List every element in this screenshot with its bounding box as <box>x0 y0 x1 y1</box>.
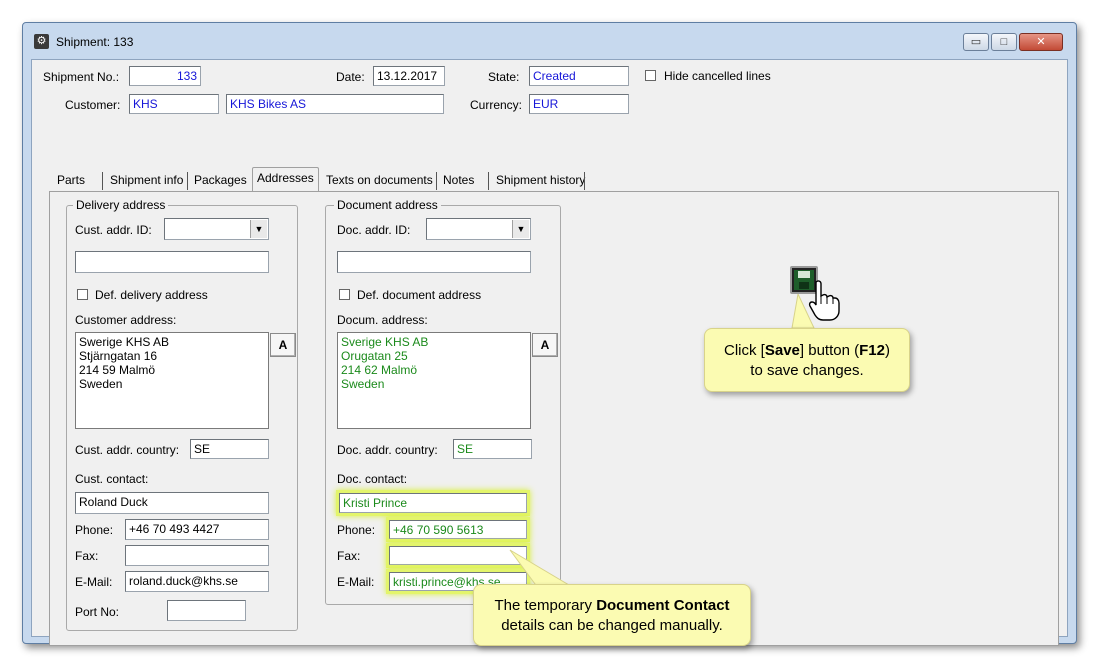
doc-addr-country-field[interactable]: SE <box>453 439 532 459</box>
currency-label: Currency: <box>470 98 523 112</box>
delivery-address-title: Delivery address <box>73 198 169 212</box>
save-hint-text: Click [ <box>724 342 765 359</box>
doc-addr-country-label: Doc. addr. country: <box>337 443 438 457</box>
shipment-no-field[interactable]: 133 <box>129 66 201 86</box>
tab-parts[interactable]: Parts <box>53 170 89 192</box>
customer-address-label: Customer address: <box>75 313 177 327</box>
customer-address-line: 214 59 Malmö <box>79 363 156 377</box>
customer-address-memo[interactable]: Swerige KHS AB Stjärngatan 16 214 59 Mal… <box>75 332 269 429</box>
currency-field[interactable]: EUR <box>529 94 629 114</box>
hide-cancelled-label: Hide cancelled lines <box>664 69 771 83</box>
doc-contact-label: Doc. contact: <box>337 472 408 486</box>
hide-cancelled-checkbox[interactable] <box>645 70 656 81</box>
cust-contact-field[interactable]: Roland Duck <box>75 492 269 514</box>
contact-hint-text: The temporary <box>494 597 597 614</box>
tab-separator <box>488 172 489 190</box>
cust-fax-label: Fax: <box>75 549 99 563</box>
document-contact-callout: The temporary Document Contact details c… <box>473 584 751 646</box>
tab-texts-on-documents[interactable]: Texts on documents <box>322 170 437 192</box>
tab-separator <box>436 172 437 190</box>
def-document-address-label: Def. document address <box>357 288 482 302</box>
cust-fax-field[interactable] <box>125 545 269 566</box>
cust-contact-label: Cust. contact: <box>75 472 149 486</box>
doc-email-label: E-Mail: <box>337 575 375 589</box>
close-button[interactable]: ✕ <box>1019 33 1063 51</box>
tab-shipment-history[interactable]: Shipment history <box>492 170 589 192</box>
save-hint-text: ] button ( <box>799 342 860 359</box>
date-label: Date: <box>336 70 365 84</box>
def-delivery-address-label: Def. delivery address <box>95 288 208 302</box>
document-address-line: Orugatan 25 <box>341 349 408 363</box>
doc-fax-field[interactable] <box>389 546 527 565</box>
date-field[interactable]: 13.12.2017 <box>373 66 445 86</box>
cust-addr-country-field[interactable]: SE <box>190 439 269 459</box>
cust-phone-label: Phone: <box>75 523 114 537</box>
maximize-button[interactable]: □ <box>991 33 1017 51</box>
tab-separator <box>584 172 585 190</box>
state-label: State: <box>488 70 520 84</box>
port-no-label: Port No: <box>75 605 120 619</box>
doc-addr-id-select[interactable]: ▼ <box>426 218 531 240</box>
customer-address-line: Sweden <box>79 377 123 391</box>
save-hint-callout: Click [Save] button (F12) to save change… <box>704 328 910 392</box>
customer-address-a-button[interactable]: A <box>270 333 296 357</box>
title-bar: ⚙ Shipment: 133 ▭ □ ✕ <box>23 23 1076 53</box>
customer-label: Customer: <box>65 98 121 112</box>
tab-packages[interactable]: Packages <box>190 170 251 192</box>
customer-name-field[interactable]: KHS Bikes AS <box>226 94 444 114</box>
cust-email-field[interactable]: roland.duck@khs.se <box>125 571 269 592</box>
doc-addr-line-field[interactable] <box>337 251 531 273</box>
tab-addresses[interactable]: Addresses <box>252 167 319 192</box>
customer-address-line: Swerige KHS AB <box>79 335 170 349</box>
chevron-down-icon[interactable]: ▼ <box>250 220 267 238</box>
customer-code-field[interactable]: KHS <box>129 94 219 114</box>
save-hint-line1: Click [Save] button (F12) <box>705 341 909 361</box>
state-field[interactable]: Created <box>529 66 629 86</box>
doc-phone-field[interactable]: +46 70 590 5613 <box>389 520 527 539</box>
cust-addr-country-label: Cust. addr. country: <box>75 443 180 457</box>
def-document-address-checkbox[interactable] <box>339 289 350 300</box>
save-hint-text: ) <box>884 342 890 359</box>
contact-hint-line2: details can be changed manually. <box>501 617 723 634</box>
doc-contact-field[interactable]: Kristi Prince <box>339 493 527 513</box>
tab-notes[interactable]: Notes <box>439 170 478 192</box>
cust-addr-line-field[interactable] <box>75 251 269 273</box>
def-delivery-address-checkbox[interactable] <box>77 289 88 300</box>
customer-address-line: Stjärngatan 16 <box>79 349 158 363</box>
minimize-button[interactable]: ▭ <box>963 33 989 51</box>
cust-email-label: E-Mail: <box>75 575 113 589</box>
gear-icon: ⚙ <box>34 34 49 49</box>
tab-separator <box>102 172 103 190</box>
doc-phone-label: Phone: <box>337 523 376 537</box>
tab-separator <box>187 172 188 190</box>
port-no-field[interactable] <box>167 600 246 621</box>
save-hint-bold: F12 <box>859 342 885 359</box>
window-title: Shipment: 133 <box>56 35 134 49</box>
save-hint-bold: Save <box>764 342 800 359</box>
document-address-line: Sverige KHS AB <box>341 335 429 349</box>
document-address-label: Docum. address: <box>337 313 428 327</box>
document-address-title: Document address <box>334 198 441 212</box>
cust-addr-id-label: Cust. addr. ID: <box>75 223 152 237</box>
document-address-memo[interactable]: Sverige KHS AB Orugatan 25 214 62 Malmö … <box>337 332 531 429</box>
save-hint-line2: to save changes. <box>750 362 864 379</box>
document-address-a-button[interactable]: A <box>532 333 558 357</box>
contact-hint-bold: Document Contact <box>596 597 730 614</box>
tab-shipment-info[interactable]: Shipment info <box>106 170 187 192</box>
cust-addr-id-select[interactable]: ▼ <box>164 218 269 240</box>
doc-addr-id-label: Doc. addr. ID: <box>337 223 411 237</box>
doc-fax-label: Fax: <box>337 549 361 563</box>
cust-phone-field[interactable]: +46 70 493 4427 <box>125 519 269 540</box>
contact-hint-line1: The temporary Document Contact <box>474 596 750 616</box>
shipment-no-label: Shipment No.: <box>43 70 120 84</box>
document-address-line: Sweden <box>341 377 385 391</box>
document-address-line: 214 62 Malmö <box>341 363 418 377</box>
chevron-down-icon[interactable]: ▼ <box>512 220 529 238</box>
